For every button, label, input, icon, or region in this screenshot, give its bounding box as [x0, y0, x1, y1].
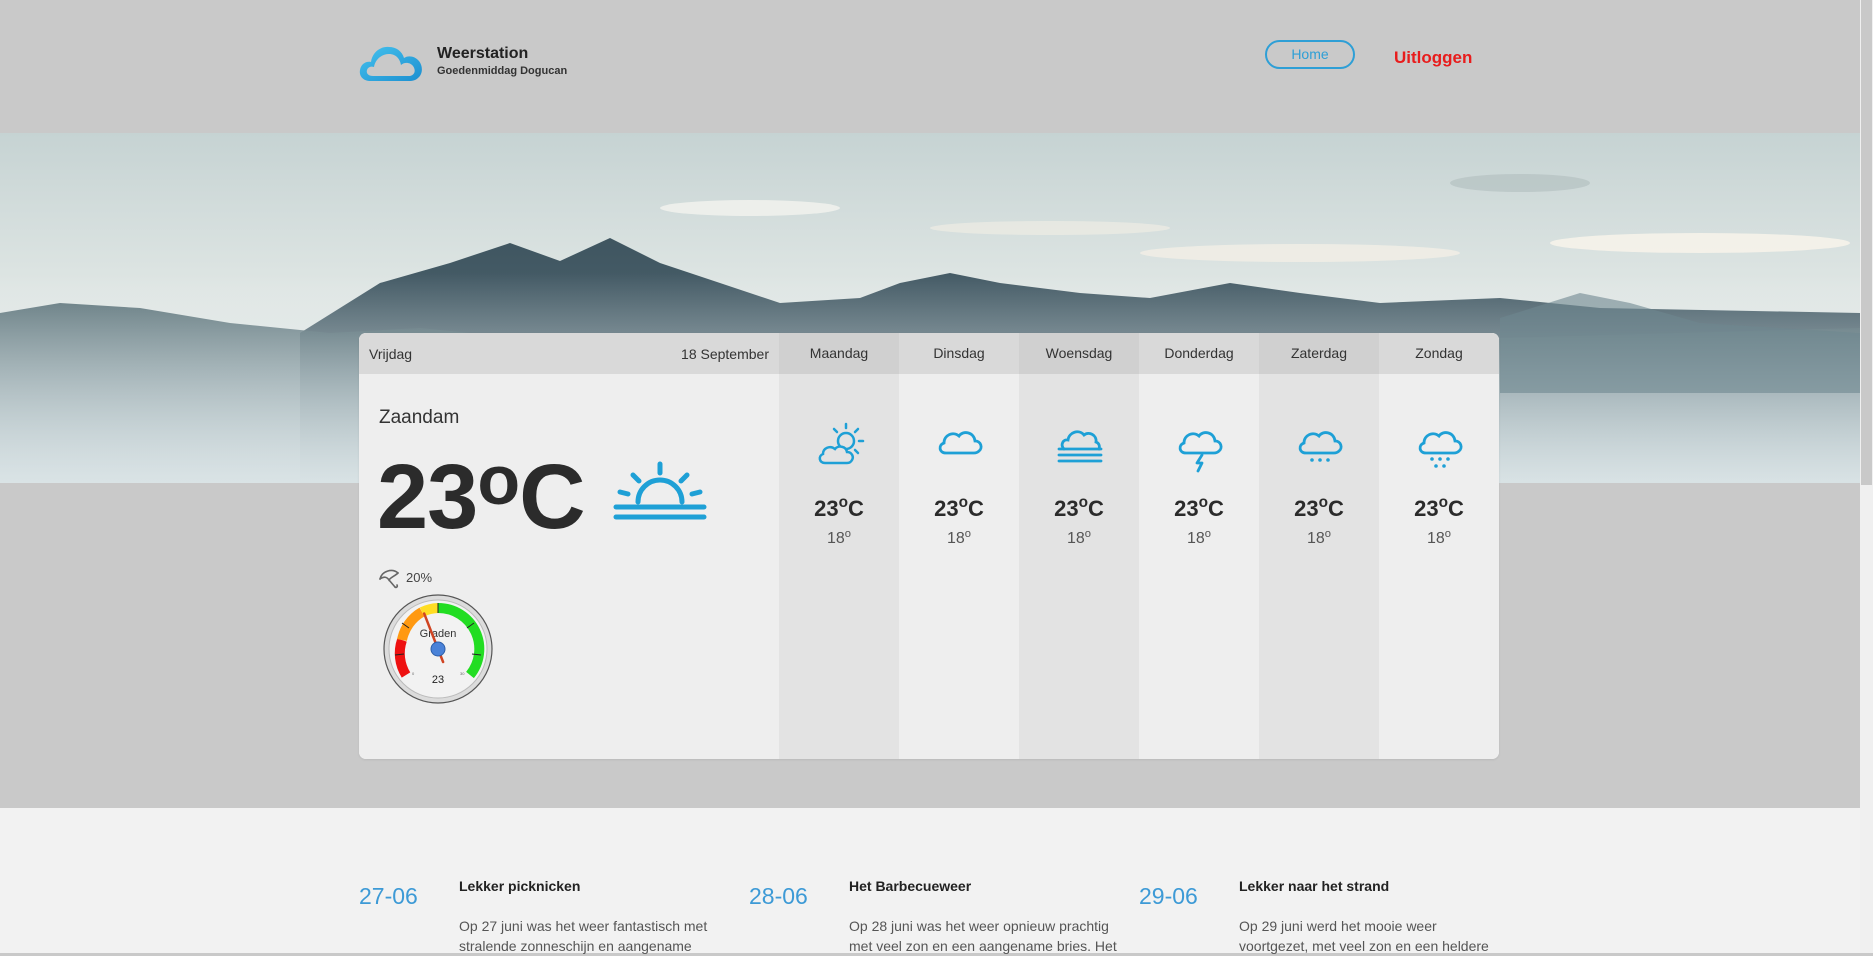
svg-text:30: 30	[460, 671, 465, 676]
forecast-day: Zondag 23oC 18o	[1379, 333, 1499, 759]
news-title[interactable]: Het Barbecueweer	[849, 878, 971, 894]
news-item[interactable]: 28-06 Het Barbecueweer Op 28 juni was he…	[749, 808, 1129, 954]
forecast-day: Zaterdag 23oC 18o	[1259, 333, 1379, 759]
forecast-day: Woensdag 23oC 18o	[1019, 333, 1139, 759]
forecast-high: 23oC	[1174, 494, 1224, 521]
city-name: Zaandam	[379, 407, 460, 428]
news-section: 27-06 Lekker picknicken Op 27 juni was h…	[0, 808, 1860, 954]
news-title[interactable]: Lekker picknicken	[459, 878, 580, 894]
site-title: Weerstation	[437, 45, 529, 62]
forecast-day-name: Maandag	[779, 333, 899, 374]
forecast-day-name: Dinsdag	[899, 333, 1019, 374]
news-date: 28-06	[749, 883, 808, 909]
forecast-day: Dinsdag 23oC 18o	[899, 333, 1019, 759]
news-body: Op 28 juni was het weer opnieuw prachtig…	[849, 918, 1117, 954]
cloud-icon[interactable]	[358, 42, 424, 84]
forecast-low: 18o	[946, 528, 972, 547]
forecast-day-name: Zondag	[1379, 333, 1499, 374]
news-date: 27-06	[359, 883, 418, 909]
forecast-high: 23oC	[934, 494, 984, 521]
forecast-day: Maandag 23oC 18o	[779, 333, 899, 759]
today-header: Vrijdag 18 September	[359, 333, 779, 374]
greeting: Goedenmiddag Dogucan	[437, 65, 568, 77]
current-temperature: 23oC	[377, 441, 586, 548]
sunrise-icon	[613, 461, 707, 520]
news-title[interactable]: Lekker naar het strand	[1239, 878, 1389, 894]
page-scrollbar[interactable]	[1860, 0, 1873, 953]
forecast-low: 18o	[1186, 528, 1212, 547]
forecast-high: 23oC	[1054, 494, 1104, 521]
forecast-low: 18o	[1066, 528, 1092, 547]
site-header: Weerstation Goedenmiddag Dogucan Home Ui…	[0, 0, 1860, 133]
forecast-high: 23oC	[1414, 494, 1464, 521]
forecast-list: Maandag 23oC 18o Dinsdag 23oC 18o Woensd…	[779, 333, 1499, 759]
scrollbar-thumb[interactable]	[1861, 0, 1872, 485]
temperature-gauge: Graden 0 30 23	[383, 594, 493, 704]
gauge-label: Graden	[420, 628, 457, 640]
forecast-low: 18o	[826, 528, 852, 547]
forecast-day-name: Woensdag	[1019, 333, 1139, 374]
partly-cloudy-icon	[818, 422, 865, 465]
rain-chance: 20%	[406, 570, 433, 585]
news-body: Op 27 juni was het weer fantastisch met …	[459, 918, 708, 954]
cloud-icon	[938, 431, 983, 455]
news-item[interactable]: 29-06 Lekker naar het strand Op 29 juni …	[1139, 808, 1519, 954]
forecast-high: 23oC	[1294, 494, 1344, 521]
today-panel: Vrijdag 18 September Zaandam 23oC 20% Gr…	[359, 333, 779, 759]
forecast-day-name: Donderdag	[1139, 333, 1259, 374]
fog-icon	[1057, 430, 1103, 463]
heavy-snow-icon	[1418, 431, 1463, 468]
weather-card: Vrijdag 18 September Zaandam 23oC 20% Gr…	[359, 333, 1499, 759]
snow-icon	[1298, 431, 1343, 462]
forecast-day: Donderdag 23oC 18o	[1139, 333, 1259, 759]
gauge-value: 23	[432, 674, 444, 686]
today-date: 18 September	[681, 346, 769, 362]
umbrella-icon	[379, 569, 399, 589]
forecast-day-name: Zaterdag	[1259, 333, 1379, 374]
news-body: Op 29 juni werd het mooie weer voortgeze…	[1239, 918, 1489, 954]
home-button[interactable]: Home	[1265, 40, 1355, 69]
forecast-low: 18o	[1306, 528, 1332, 547]
news-item[interactable]: 27-06 Lekker picknicken Op 27 juni was h…	[359, 808, 739, 954]
forecast-high: 23oC	[814, 494, 864, 521]
today-day: Vrijdag	[369, 346, 413, 362]
news-date: 29-06	[1139, 883, 1198, 909]
forecast-low: 18o	[1426, 528, 1452, 547]
logout-link[interactable]: Uitloggen	[1394, 48, 1472, 68]
thunderstorm-icon	[1178, 431, 1223, 473]
